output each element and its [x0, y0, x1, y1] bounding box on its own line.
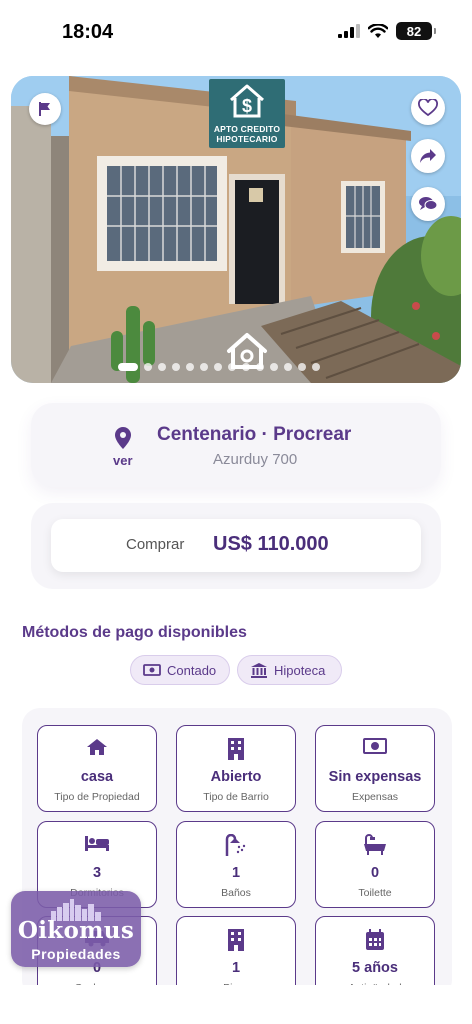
signal-icon [338, 24, 360, 38]
property-photo-carousel[interactable]: $ APTO CREDITO HIPOTECARIO [11, 76, 461, 383]
feature-expenses: Sin expensas Expensas [315, 725, 435, 812]
shower-icon [225, 834, 246, 856]
brand-name: Oikomus [17, 917, 135, 944]
cash-icon [143, 664, 161, 676]
map-link[interactable]: ver [113, 453, 133, 468]
status-icons: 82 [338, 22, 436, 40]
share-icon [420, 149, 436, 163]
badge-line1: APTO CREDITO [213, 124, 281, 134]
payment-chip-hipoteca: Hipoteca [237, 655, 342, 685]
location-card: ver Centenario · Procrear Azurduy 700 [31, 403, 441, 487]
badge-symbol: $ [242, 96, 252, 116]
contact-button[interactable] [411, 187, 445, 221]
feature-value: 3 [92, 865, 102, 881]
feature-neighborhood-type: Abierto Tipo de Barrio [176, 725, 296, 812]
bottom-spacer [0, 985, 472, 1024]
chat-icon [419, 197, 438, 210]
share-button[interactable] [411, 139, 445, 173]
status-bar: 18:04 82 [0, 0, 472, 62]
payment-chip-label: Hipoteca [274, 662, 326, 678]
brand-logo-button[interactable]: Oikomus Propiedades [11, 891, 141, 967]
credit-badge: $ APTO CREDITO HIPOTECARIO [209, 79, 285, 148]
carousel-dot[interactable] [158, 363, 166, 371]
heart-icon [418, 99, 438, 117]
operation-label: Comprar [126, 536, 185, 553]
carousel-dot[interactable] [214, 363, 222, 371]
wifi-icon [368, 23, 388, 38]
bathtub-icon [364, 834, 386, 855]
bank-icon [251, 663, 267, 678]
feature-value: 5 años [352, 960, 398, 976]
feature-value: 0 [370, 865, 380, 881]
carousel-dot[interactable] [144, 363, 152, 371]
carousel-dot[interactable] [228, 363, 236, 371]
location-title: Centenario · Procrear [157, 424, 352, 445]
carousel-dot[interactable] [172, 363, 180, 371]
calendar-icon [366, 929, 384, 950]
location-address: Azurduy 700 [213, 451, 298, 468]
feature-label: Toilette [358, 887, 392, 899]
carousel-dot[interactable] [298, 363, 306, 371]
home-icon [87, 739, 107, 755]
feature-label: Expensas [351, 791, 399, 803]
favorite-button[interactable] [411, 91, 445, 125]
feature-value: Abierto [210, 769, 262, 785]
report-button[interactable] [29, 93, 61, 125]
bed-icon [85, 836, 109, 851]
carousel-dot[interactable] [186, 363, 194, 371]
carousel-dot[interactable] [242, 363, 250, 371]
carousel-dot[interactable] [118, 363, 138, 371]
price-section: Comprar US$ 110.000 [31, 503, 441, 589]
feature-bathrooms: 1 Baños [176, 821, 296, 908]
brand-subtitle: Propiedades [31, 946, 121, 962]
carousel-dot[interactable] [284, 363, 292, 371]
price-value: US$ 110.000 [213, 533, 329, 555]
badge-line2: HIPOTECARIO [216, 134, 278, 144]
building-icon [228, 738, 244, 760]
feature-label: Tipo de Propiedad [54, 791, 140, 803]
carousel-dot[interactable] [200, 363, 208, 371]
feature-value: Sin expensas [328, 769, 422, 785]
feature-value: 1 [231, 960, 241, 976]
carousel-dot[interactable] [256, 363, 264, 371]
battery-indicator: 82 [396, 22, 436, 40]
feature-label: Baños [221, 887, 251, 899]
flag-icon [39, 102, 50, 116]
money-icon [363, 738, 387, 754]
location-pin-icon[interactable] [115, 427, 131, 449]
carousel-dot[interactable] [270, 363, 278, 371]
payment-chip-label: Contado [167, 662, 217, 678]
payment-methods-title: Métodos de pago disponibles [22, 624, 247, 641]
feature-value: casa [80, 769, 114, 785]
feature-toilette: 0 Toilette [315, 821, 435, 908]
payment-chip-contado: Contado [130, 655, 230, 685]
house-dollar-icon: $ [230, 84, 264, 118]
feature-value: 1 [231, 865, 241, 881]
price-card: Comprar US$ 110.000 [51, 519, 421, 572]
carousel-dots[interactable] [118, 363, 320, 371]
carousel-dot[interactable] [312, 363, 320, 371]
building-icon [228, 929, 244, 951]
feature-label: Tipo de Barrio [203, 791, 269, 803]
status-time: 18:04 [62, 21, 114, 43]
feature-property-type: casa Tipo de Propiedad [37, 725, 157, 812]
